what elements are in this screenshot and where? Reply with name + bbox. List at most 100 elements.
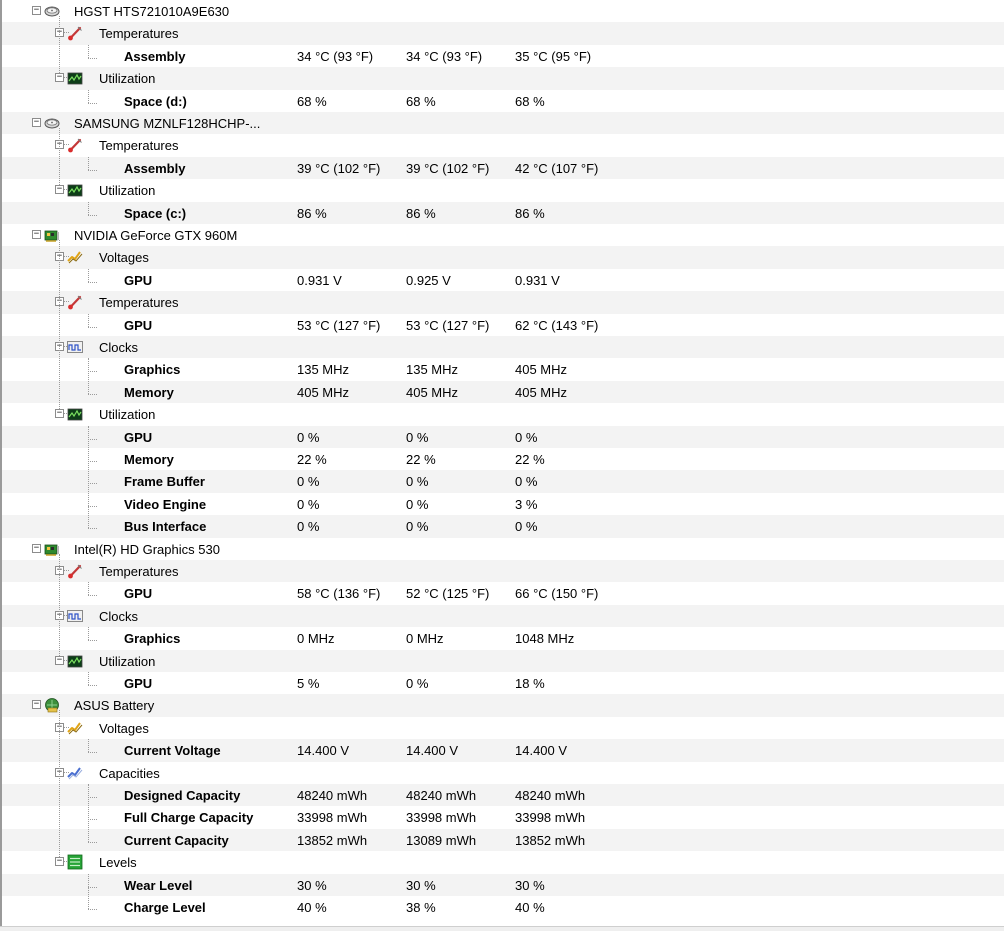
tree-connector <box>59 710 60 858</box>
sensor-value-min: 22 % <box>406 452 436 467</box>
group-row-clocks[interactable]: − Clocks <box>2 604 1004 628</box>
collapse-device-toggle[interactable]: − <box>32 700 41 710</box>
sensor-row[interactable]: Graphics 135 MHz 135 MHz 405 MHz <box>2 358 1004 380</box>
sensor-value-current: 0 % <box>297 429 320 445</box>
sensor-value-max: 18 % <box>515 676 545 691</box>
group-label: Levels <box>99 855 137 871</box>
tree-connector <box>88 156 89 170</box>
collapse-group-toggle[interactable]: − <box>55 409 64 419</box>
device-name: Intel(R) HD Graphics 530 <box>74 541 220 557</box>
sensor-row[interactable]: Video Engine 0 % 0 % 3 % <box>2 493 1004 515</box>
collapse-device-toggle[interactable]: − <box>32 230 41 239</box>
sensor-label: Assembly <box>124 48 186 64</box>
device-row-hgst-hts721010a9e630[interactable]: − HGST HTS721010A9E630 <box>2 0 1004 22</box>
sensor-row[interactable]: Space (d:) 68 % 68 % 68 % <box>2 90 1004 112</box>
group-row-levels[interactable]: − Levels <box>2 851 1004 873</box>
collapse-group-toggle[interactable]: − <box>55 857 64 867</box>
group-row-temperatures[interactable]: − Temperatures <box>2 22 1004 45</box>
sensor-tree[interactable]: − HGST HTS721010A9E630− Temperatures Assemb… <box>2 0 1004 926</box>
sensor-row[interactable]: GPU 0.931 V 0.925 V 0.931 V <box>2 269 1004 291</box>
device-name: NVIDIA GeForce GTX 960M <box>74 228 238 243</box>
group-row-utilization[interactable]: − Utilization <box>2 403 1004 425</box>
tree-connector <box>88 102 97 104</box>
sensor-value-max: 14.400 V <box>515 743 568 759</box>
group-row-voltages[interactable]: − Voltages <box>2 246 1004 269</box>
sensor-label: GPU <box>124 272 153 288</box>
collapse-group-toggle[interactable]: − <box>55 655 64 665</box>
collapse-device-toggle[interactable]: − <box>32 543 41 553</box>
sensor-label: Video Engine <box>124 496 207 512</box>
sensor-row[interactable]: Bus Interface 0 % 0 % 0 % <box>2 515 1004 538</box>
tree-connector <box>59 128 60 186</box>
collapse-device-toggle[interactable]: − <box>32 6 41 15</box>
sensor-value-max: 0.931 V <box>515 272 560 288</box>
device-row-asus-battery[interactable]: − ASUS Battery <box>2 694 1004 717</box>
sensor-value-min: 0 % <box>406 429 429 445</box>
device-row-nvidia-geforce-gtx-960m[interactable]: − NVIDIA GeForce GTX 960M <box>2 224 1004 246</box>
sensor-row[interactable]: GPU 53 °C (127 °F) 53 °C (127 °F) 62 °C (14… <box>2 314 1004 336</box>
group-row-voltages[interactable]: − Voltages <box>2 717 1004 739</box>
sensor-value-current: 14.400 V <box>297 743 350 759</box>
sensor-label: Graphics <box>124 631 181 647</box>
sensor-row[interactable]: GPU 0 % 0 % 0 % <box>2 425 1004 448</box>
tree-connector <box>88 505 97 507</box>
sensor-value-current: 13852 mWh <box>297 832 368 848</box>
sensor-row[interactable]: Current Capacity 13852 mWh 13089 mWh 13852 … <box>2 828 1004 852</box>
sensor-value-min: 68 % <box>406 93 436 109</box>
group-row-temperatures[interactable]: − Temperatures <box>2 560 1004 583</box>
tree-connector <box>88 57 97 59</box>
sensor-row[interactable]: Current Voltage 14.400 V 14.400 V 14.400 V <box>2 739 1004 762</box>
tree-connector <box>88 784 89 842</box>
sensor-label: Memory <box>124 384 174 400</box>
group-label: Utilization <box>99 71 156 87</box>
sensor-row[interactable]: Memory 22 % 22 % 22 % <box>2 448 1004 470</box>
sensor-value-min: 52 °C (125 °F) <box>406 586 490 602</box>
sensor-row[interactable]: Assembly 39 °C (102 °F) 39 °C (102 °F) 42 °… <box>2 156 1004 180</box>
sensor-row[interactable]: GPU 58 °C (136 °F) 52 °C (125 °F) 66 °C (15… <box>2 582 1004 604</box>
sensor-row[interactable]: Memory 405 MHz 405 MHz 405 MHz <box>2 380 1004 404</box>
collapse-group-toggle[interactable]: − <box>55 73 64 83</box>
sensor-value-min: 0 % <box>406 496 429 512</box>
sensor-value-min: 48240 mWh <box>406 788 477 803</box>
group-row-utilization[interactable]: − Utilization <box>2 179 1004 201</box>
group-label: Utilization <box>99 407 156 423</box>
sensor-value-current: 0.931 V <box>297 272 342 288</box>
group-label: Voltages <box>99 720 149 736</box>
sensor-row[interactable]: Space (c:) 86 % 86 % 86 % <box>2 201 1004 224</box>
tree-connector <box>88 640 97 642</box>
device-name: ASUS Battery <box>74 698 155 714</box>
sensor-row[interactable]: Full Charge Capacity 33998 mWh 33998 mWh 33… <box>2 806 1004 828</box>
sensor-row[interactable]: GPU 5 % 0 % 18 % <box>2 672 1004 694</box>
group-row-temperatures[interactable]: − Temperatures <box>2 134 1004 156</box>
sensor-label: Space (d:) <box>124 93 187 109</box>
clock-wave-icon <box>67 341 83 353</box>
sensor-value-max: 42 °C (107 °F) <box>515 160 599 176</box>
collapse-device-toggle[interactable]: − <box>32 118 41 127</box>
sensor-label: Space (c:) <box>124 205 187 221</box>
sensor-row[interactable]: Assembly 34 °C (93 °F) 34 °C (93 °F) 35 °C … <box>2 45 1004 67</box>
sensor-row[interactable]: Frame Buffer 0 % 0 % 0 % <box>2 470 1004 493</box>
sensor-row[interactable]: Wear Level 30 % 30 % 30 % <box>2 873 1004 896</box>
device-row-intel-r-hd-graphics-530[interactable]: − Intel(R) HD Graphics 530 <box>2 538 1004 560</box>
group-row-capacities[interactable]: − Capacities <box>2 762 1004 784</box>
sensor-value-min: 53 °C (127 °F) <box>406 317 490 333</box>
group-row-utilization[interactable]: − Utilization <box>2 67 1004 90</box>
group-row-utilization[interactable]: − Utilization <box>2 649 1004 672</box>
group-row-temperatures[interactable]: − Temperatures <box>2 291 1004 314</box>
hard-drive-icon <box>44 118 60 129</box>
group-row-clocks[interactable]: − Clocks <box>2 336 1004 359</box>
tree-connector <box>88 528 97 530</box>
sensor-row[interactable]: Graphics 0 MHz 0 MHz 1048 MHz <box>2 627 1004 649</box>
sensor-value-min: 33998 mWh <box>406 810 477 826</box>
device-row-samsung-mznlf128hchp[interactable]: − SAMSUNG MZNLF128HCHP-... <box>2 112 1004 135</box>
tree-connector <box>88 461 97 462</box>
sensor-value-max: 35 °C (95 °F) <box>515 48 592 64</box>
sensor-label: Wear Level <box>124 877 193 893</box>
sensor-row[interactable]: Designed Capacity 48240 mWh 48240 mWh 48240… <box>2 784 1004 807</box>
sensor-value-max: 40 % <box>515 900 545 915</box>
sensor-row[interactable]: Charge Level 40 % 38 % 40 % <box>2 896 1004 918</box>
sensor-label: Current Capacity <box>124 832 229 848</box>
collapse-group-toggle[interactable]: − <box>55 185 64 195</box>
sensor-value-current: 135 MHz <box>297 362 350 378</box>
sensor-label: Designed Capacity <box>124 788 241 803</box>
